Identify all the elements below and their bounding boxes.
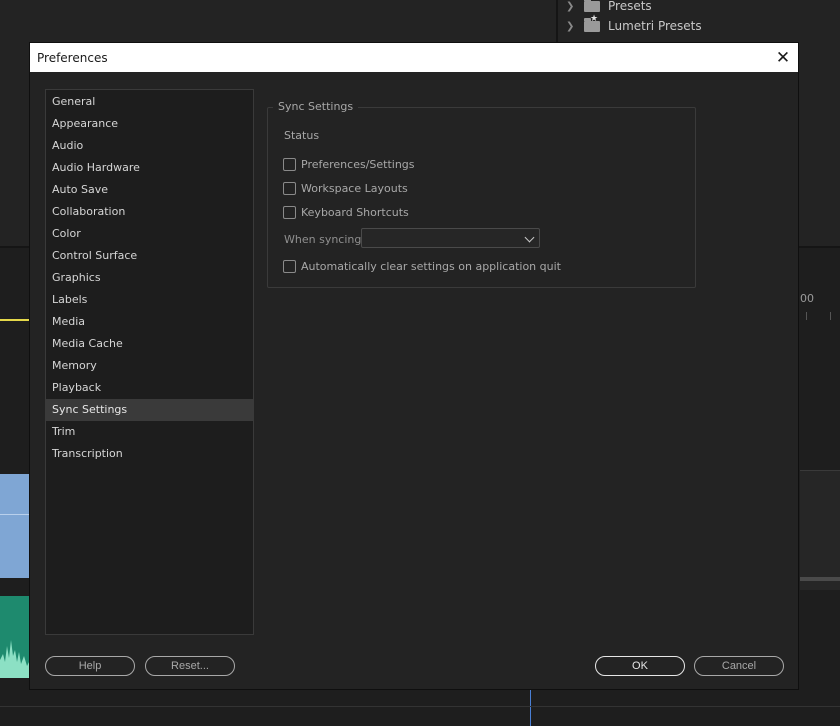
nav-item-labels[interactable]: Labels [46,289,253,311]
cancel-button[interactable]: Cancel [694,656,784,676]
checkbox-box[interactable] [283,181,296,195]
preferences-dialog: Preferences ✕ General Appearance Audio A… [29,42,799,690]
playhead[interactable] [530,690,531,726]
preferences-category-list: General Appearance Audio Audio Hardware … [45,89,254,635]
dialog-titlebar[interactable]: Preferences ✕ [30,43,798,72]
project-tree: ❯ Presets ❯ Lumetri Presets [560,0,840,40]
close-button[interactable]: ✕ [768,43,798,72]
close-icon: ✕ [775,47,791,68]
track-bar [800,577,840,581]
checkbox-label: Preferences/Settings [301,157,415,171]
checkbox-box[interactable] [283,157,296,171]
sync-settings-group: Sync Settings Status Preferences/Setting… [267,100,696,288]
chevron-down-icon [524,232,535,243]
checkbox-auto-clear-settings[interactable]: Automatically clear settings on applicat… [283,258,561,274]
audio-waveform [0,640,30,678]
nav-item-playback[interactable]: Playback [46,377,253,399]
ruler-tick [806,312,807,320]
nav-item-control-surface[interactable]: Control Surface [46,245,253,267]
star-folder-icon [584,14,600,32]
chevron-right-icon[interactable]: ❯ [566,21,580,32]
when-syncing-label: When syncing: [284,233,366,246]
tree-item-label: Lumetri Presets [608,19,702,33]
tree-item-label: Presets [608,0,652,13]
nav-item-collaboration[interactable]: Collaboration [46,201,253,223]
timeline-track-strip [800,470,840,590]
nav-item-auto-save[interactable]: Auto Save [46,179,253,201]
timeline-ruler-label: 00 [800,292,814,305]
tree-item-lumetri-presets[interactable]: ❯ Lumetri Presets [566,14,702,35]
dialog-title: Preferences [37,50,108,65]
checkbox-keyboard-shortcuts[interactable]: Keyboard Shortcuts [283,204,409,220]
status-label: Status [284,129,320,142]
nav-item-sync-settings[interactable]: Sync Settings [46,399,253,421]
checkbox-label: Workspace Layouts [301,181,408,195]
checkbox-box[interactable] [283,259,296,273]
checkbox-box[interactable] [283,205,296,219]
nav-item-general[interactable]: General [46,91,253,113]
nav-item-transcription[interactable]: Transcription [46,443,253,465]
ok-button[interactable]: OK [595,656,685,676]
checkbox-label: Automatically clear settings on applicat… [301,259,561,273]
ruler-tick [830,312,831,320]
bottom-divider [0,706,840,707]
group-title: Sync Settings [273,100,359,113]
chevron-right-icon[interactable]: ❯ [566,1,580,12]
nav-item-memory[interactable]: Memory [46,355,253,377]
nav-item-media-cache[interactable]: Media Cache [46,333,253,355]
when-syncing-dropdown[interactable] [361,228,540,248]
nav-item-graphics[interactable]: Graphics [46,267,253,289]
video-clip[interactable] [0,474,30,578]
help-button[interactable]: Help [45,656,135,676]
folder-icon [584,0,600,12]
nav-item-audio[interactable]: Audio [46,135,253,157]
nav-item-media[interactable]: Media [46,311,253,333]
tree-item-presets[interactable]: ❯ Presets [566,0,652,15]
checkbox-label: Keyboard Shortcuts [301,205,409,219]
checkbox-preferences-settings[interactable]: Preferences/Settings [283,156,415,172]
nav-item-appearance[interactable]: Appearance [46,113,253,135]
clip-divider [0,514,30,515]
nav-item-trim[interactable]: Trim [46,421,253,443]
checkbox-workspace-layouts[interactable]: Workspace Layouts [283,180,408,196]
work-area-bar[interactable] [0,319,30,321]
reset-button[interactable]: Reset... [145,656,235,676]
nav-item-audio-hardware[interactable]: Audio Hardware [46,157,253,179]
nav-item-color[interactable]: Color [46,223,253,245]
